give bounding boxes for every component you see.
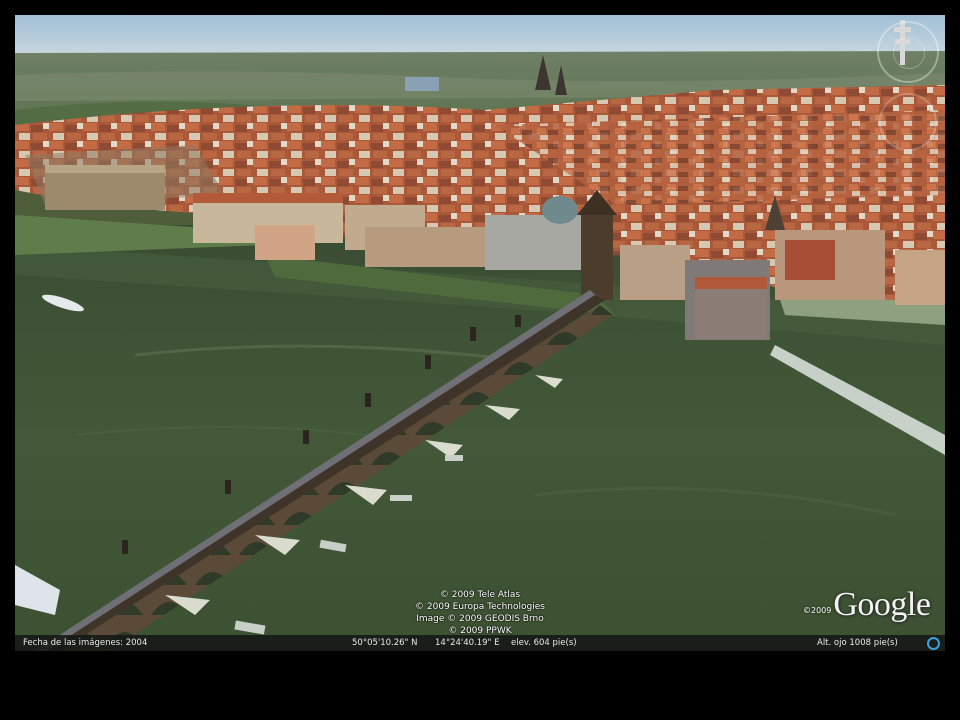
copyright-line: © 2009 Europa Technologies: [415, 602, 545, 612]
imagery-attribution: © 2009 Tele Atlas © 2009 Europa Technolo…: [375, 589, 585, 637]
status-bar: Fecha de las imágenes: 2004 50°05'10.26"…: [15, 635, 945, 651]
copyright-line: Image © 2009 GEODIS Brno: [416, 614, 544, 624]
copyright-line: © 2009 Tele Atlas: [439, 590, 521, 600]
latitude-readout: 50°05'10.26" N: [352, 638, 418, 648]
compass-ring-control[interactable]: [877, 21, 939, 83]
logo-year: ©2009: [803, 606, 832, 615]
streaming-status-icon: [927, 637, 940, 650]
eye-altitude-readout: Alt. ojo 1008 pie(s): [817, 638, 898, 648]
map-viewport[interactable]: © 2009 Tele Atlas © 2009 Europa Technolo…: [15, 15, 945, 651]
compass-inner-ring[interactable]: [893, 37, 925, 69]
longitude-readout: 14°24'40.19" E: [435, 638, 500, 648]
elevation-readout: elev. 604 pie(s): [511, 638, 577, 648]
look-around-control[interactable]: [879, 93, 937, 151]
imagery-date: Fecha de las imágenes: 2004: [23, 638, 148, 648]
logo-wordmark: Google: [833, 586, 931, 623]
aerial-3d-imagery: [15, 15, 945, 651]
google-logo: ©2009 Google: [803, 583, 931, 623]
